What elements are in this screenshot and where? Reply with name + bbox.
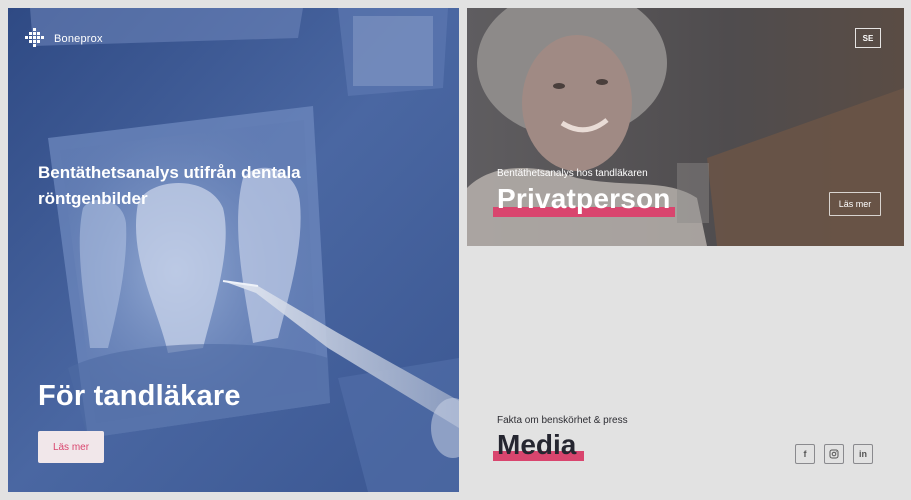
dentists-panel[interactable]: Boneprox Bentäthetsanalys utifrån dental… [8,8,459,492]
linkedin-label: in [859,449,867,459]
media-title: Media [497,429,577,460]
language-selector-button[interactable]: SE [855,28,881,48]
linkedin-icon[interactable]: in [853,444,873,464]
private-title-block: Privatperson [493,183,675,217]
instagram-glyph [829,449,839,459]
xray-background-image [8,8,459,492]
private-title: Privatperson [497,183,671,214]
facebook-icon[interactable]: f [795,444,815,464]
dentists-heading: Bentäthetsanalys utifrån dentala röntgen… [38,163,301,208]
private-person-panel[interactable]: SE Bentäthetsanalys hos tandläkaren Priv… [467,8,904,246]
brand-name: Boneprox [54,33,103,45]
instagram-icon[interactable] [824,444,844,464]
media-panel[interactable]: Fakta om benskörhet & press Media f in [467,254,904,492]
dentists-read-more-button[interactable]: Läs mer [38,431,104,463]
private-read-more-button[interactable]: Läs mer [829,192,881,216]
private-subtitle: Bentäthetsanalys hos tandläkaren [497,168,648,179]
boneprox-logo-icon [25,28,44,47]
media-subtitle: Fakta om benskörhet & press [497,415,628,426]
brand-logo[interactable]: Boneprox [24,28,103,50]
media-title-block: Media [493,429,584,461]
dentists-title: För tandläkare [38,380,241,412]
facebook-label: f [803,449,807,459]
